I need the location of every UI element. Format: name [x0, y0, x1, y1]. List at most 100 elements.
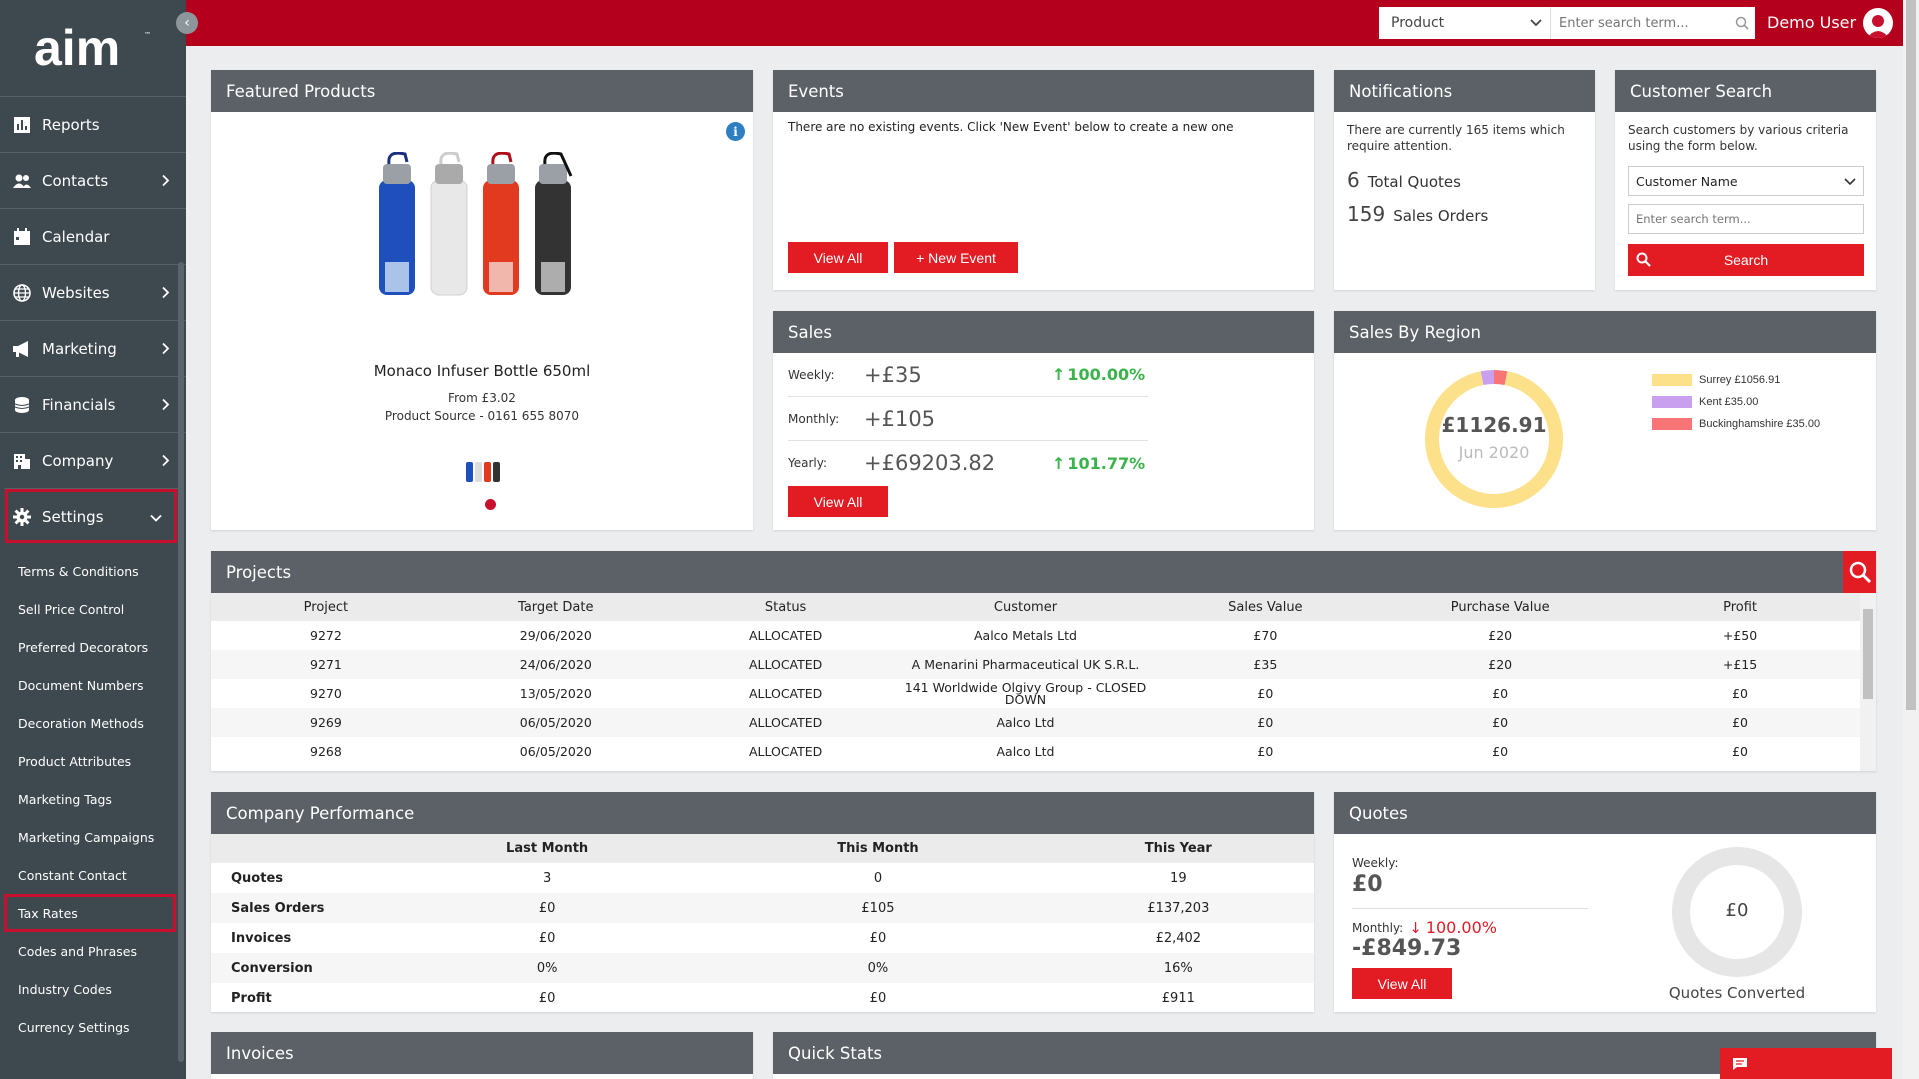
- settings-subitem-industry-codes[interactable]: Industry Codes: [0, 970, 186, 1008]
- sidebar-item-contacts[interactable]: Contacts: [0, 152, 186, 208]
- view-all-quotes-button[interactable]: View All: [1352, 968, 1452, 999]
- settings-subitem-currency-settings[interactable]: Currency Settings: [0, 1008, 186, 1046]
- arrow-down-icon: ↓: [1409, 918, 1422, 937]
- region-slice[interactable]: [1480, 370, 1495, 386]
- table-cell[interactable]: 9269: [211, 708, 441, 737]
- events-panel: Events There are no existing events. Cli…: [773, 70, 1314, 290]
- region-slice[interactable]: [1425, 371, 1563, 508]
- column-header[interactable]: Customer: [900, 593, 1151, 621]
- settings-subitem-product-attributes[interactable]: Product Attributes: [0, 742, 186, 780]
- column-header[interactable]: Status: [670, 593, 901, 621]
- sidebar-item-label: Websites: [42, 283, 110, 302]
- quotes-donut-value: £0: [1725, 900, 1749, 921]
- view-all-events-button[interactable]: View All: [788, 242, 888, 273]
- settings-subitem-preferred-decorators[interactable]: Preferred Decorators: [0, 628, 186, 666]
- table-cell[interactable]: 9271: [211, 650, 441, 679]
- settings-subitem-tax-rates[interactable]: Tax Rates: [4, 894, 176, 932]
- table-cell[interactable]: 9272: [211, 621, 441, 650]
- settings-subitem-marketing-tags[interactable]: Marketing Tags: [0, 780, 186, 818]
- legend-item[interactable]: Kent £35.00: [1652, 391, 1820, 413]
- table-cell: +£50: [1722, 628, 1758, 643]
- column-header[interactable]: Project: [211, 593, 441, 621]
- sidebar-item-websites[interactable]: Websites: [0, 264, 186, 320]
- carousel-dot[interactable]: [485, 499, 496, 510]
- search-icon[interactable]: [1729, 16, 1755, 30]
- table-row[interactable]: 9272 29/06/2020 ALLOCATED Aalco Metals Ltd £…: [211, 621, 1860, 650]
- customer-search-panel: Customer Search Search customers by vari…: [1615, 70, 1876, 290]
- row-label: Quotes: [231, 870, 284, 886]
- sales-change: ↑ 101.77%: [1052, 454, 1145, 473]
- search-icon: [1849, 561, 1871, 584]
- settings-subitem-terms-conditions[interactable]: Terms & Conditions: [0, 552, 186, 590]
- sales-value: +£35: [864, 362, 922, 387]
- user-avatar-icon[interactable]: [1863, 8, 1893, 38]
- column-header[interactable]: Target Date: [440, 593, 671, 621]
- legend-item[interactable]: Buckinghamshire £35.00: [1652, 413, 1820, 435]
- table-row[interactable]: 9270 13/05/2020 ALLOCATED 141 Worldwide Olg…: [211, 679, 1860, 708]
- region-slice[interactable]: [1493, 370, 1508, 386]
- sidebar-item-label: Settings: [42, 507, 104, 526]
- table-row[interactable]: 9268 06/05/2020 ALLOCATED Aalco Ltd £0 £0 £0: [211, 737, 1860, 766]
- sidebar-item-company[interactable]: Company: [0, 432, 186, 488]
- global-search-input[interactable]: [1551, 7, 1729, 39]
- project-search-button[interactable]: [1843, 551, 1876, 593]
- settings-subitem-codes-and-phrases[interactable]: Codes and Phrases: [0, 932, 186, 970]
- table-cell: +£15: [1620, 650, 1860, 679]
- panel-title: Events: [773, 70, 1314, 112]
- events-empty-text: There are no existing events. Click 'New…: [788, 120, 1234, 134]
- view-all-sales-button[interactable]: View All: [788, 486, 888, 517]
- table-cell: £0: [1257, 686, 1274, 701]
- product-image[interactable]: [371, 152, 591, 302]
- sidebar-item-financials[interactable]: Financials: [0, 376, 186, 432]
- sidebar-item-settings[interactable]: Settings: [4, 488, 178, 544]
- table-cell: £20: [1380, 650, 1621, 679]
- sidebar-item-calendar[interactable]: Calendar: [0, 208, 186, 264]
- sidebar-item-reports[interactable]: Reports: [0, 96, 186, 152]
- sales-orders-stat[interactable]: 159 Sales Orders: [1347, 202, 1488, 226]
- collapse-sidebar-button[interactable]: ‹: [176, 12, 198, 34]
- product-name[interactable]: Monaco Infuser Bottle 650ml: [211, 362, 753, 380]
- panel-title: Projects: [211, 551, 1876, 593]
- customer-criteria-select[interactable]: Customer Name: [1628, 166, 1864, 196]
- new-event-button[interactable]: + New Event: [894, 242, 1018, 273]
- table-row[interactable]: 9271 24/06/2020 ALLOCATED A Menarini Pharma…: [211, 650, 1860, 679]
- panel-title: Invoices: [211, 1032, 753, 1074]
- info-icon[interactable]: i: [726, 122, 745, 141]
- column-header[interactable]: Profit: [1620, 593, 1860, 621]
- table-row[interactable]: 9269 06/05/2020 ALLOCATED Aalco Ltd £0 £0 £0: [211, 708, 1860, 737]
- total-quotes-stat[interactable]: 6 Total Quotes: [1347, 168, 1461, 192]
- table-cell: 06/05/2020: [440, 708, 671, 737]
- sales-change-value: 101.77%: [1067, 453, 1146, 473]
- region-donut-chart[interactable]: [1420, 365, 1568, 513]
- settings-subitem-decoration-methods[interactable]: Decoration Methods: [0, 704, 186, 742]
- table-cell: £105: [713, 893, 1043, 923]
- settings-subitem-marketing-campaigns[interactable]: Marketing Campaigns: [0, 818, 186, 856]
- projects-scrollbar[interactable]: [1860, 593, 1876, 771]
- aim-logo[interactable]: aim ™: [0, 0, 186, 96]
- table-cell: A Menarini Pharmaceutical UK S.R.L.: [900, 650, 1151, 679]
- table-cell[interactable]: 9270: [211, 679, 441, 708]
- table-cell[interactable]: 9268: [211, 737, 441, 766]
- building-icon: [12, 451, 32, 471]
- legend-item[interactable]: Surrey £1056.91: [1652, 369, 1820, 391]
- chat-button[interactable]: [1720, 1048, 1892, 1079]
- customer-search-input[interactable]: [1628, 204, 1864, 234]
- customer-search-button[interactable]: Search: [1628, 244, 1864, 276]
- sidebar-scrollbar[interactable]: [178, 262, 184, 1062]
- settings-subitem-sell-price-control[interactable]: Sell Price Control: [0, 590, 186, 628]
- page-scrollbar[interactable]: [1903, 0, 1919, 1079]
- search-type-select[interactable]: Product: [1379, 7, 1551, 39]
- product-thumbnail[interactable]: [465, 458, 503, 484]
- quotes-donut-caption: Quotes Converted: [1668, 984, 1806, 1002]
- settings-subitem-document-numbers[interactable]: Document Numbers: [0, 666, 186, 704]
- table-cell: 13/05/2020: [519, 686, 592, 701]
- settings-subitem-constant-contact[interactable]: Constant Contact: [0, 856, 186, 894]
- panel-title: Quick Stats: [773, 1032, 1876, 1074]
- legend-label: Buckinghamshire £35.00: [1699, 418, 1821, 430]
- page-scroll-thumb[interactable]: [1906, 0, 1916, 710]
- user-name[interactable]: Demo User: [1767, 13, 1856, 32]
- chevron-right-icon: [162, 171, 170, 190]
- column-header[interactable]: Purchase Value: [1380, 593, 1621, 621]
- column-header[interactable]: Sales Value: [1150, 593, 1381, 621]
- sidebar-item-marketing[interactable]: Marketing: [0, 320, 186, 376]
